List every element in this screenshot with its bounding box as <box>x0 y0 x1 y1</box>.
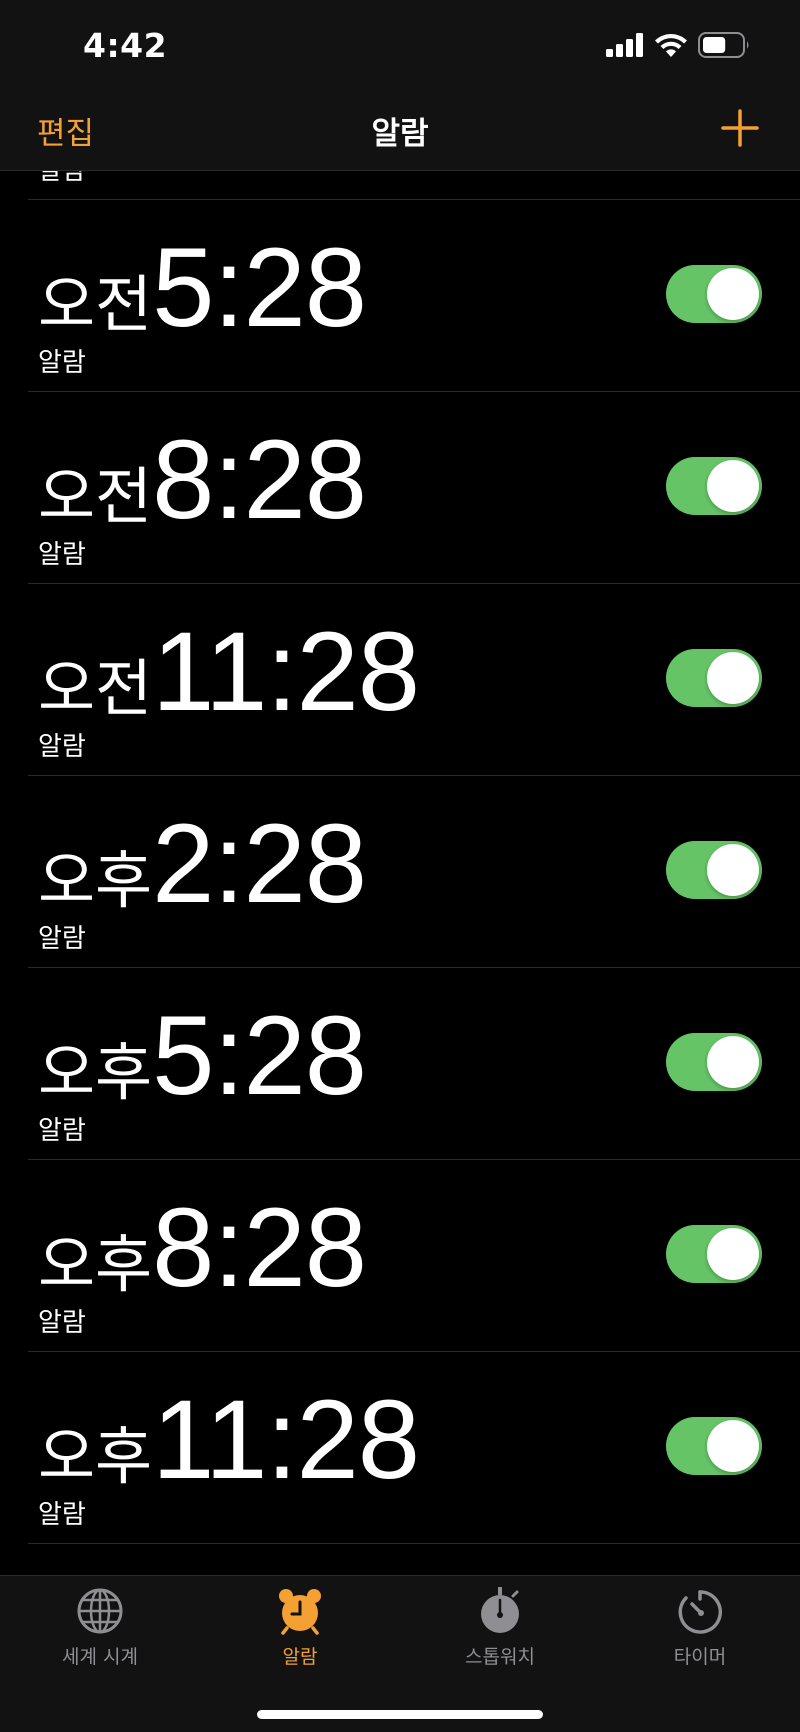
alarm-toggle[interactable] <box>666 1225 762 1283</box>
alarm-toggle[interactable] <box>666 457 762 515</box>
alarm-row[interactable]: 오후11:28 알람 <box>28 1352 800 1544</box>
alarm-clock-time: 2:28 <box>152 801 367 926</box>
status-icons <box>606 30 750 60</box>
alarm-label: 알람 <box>38 732 86 762</box>
add-alarm-button[interactable] <box>720 108 760 148</box>
alarm-row[interactable]: 오후5:28 알람 <box>28 968 800 1160</box>
timer-icon <box>678 1590 722 1634</box>
tab-label: 타이머 <box>673 1646 727 1668</box>
alarm-toggle[interactable] <box>666 1033 762 1091</box>
alarm-label: 알람 <box>38 348 86 378</box>
globe-icon <box>77 1588 123 1634</box>
alarm-time: 오후5:28 <box>38 1000 367 1112</box>
status-time: 4:42 <box>83 26 168 65</box>
tab-label: 세계 시계 <box>62 1646 138 1668</box>
tab-label: 스톱워치 <box>465 1646 535 1668</box>
navigation-bar: 편집 알람 <box>0 90 800 171</box>
alarm-clock-time: 5:28 <box>152 225 367 350</box>
alarm-toggle[interactable] <box>666 841 762 899</box>
tab-alarm[interactable]: 알람 <box>200 1586 400 1669</box>
alarm-time: 오전8:28 <box>38 424 367 536</box>
alarm-label: 알람 <box>38 924 86 954</box>
alarm-time: 오전11:28 <box>38 616 420 728</box>
tab-stopwatch[interactable]: 스톱워치 <box>400 1586 600 1669</box>
alarm-row[interactable]: 오전8:28 알람 <box>28 392 800 584</box>
tab-label: 알람 <box>282 1646 318 1668</box>
alarm-row[interactable]: 오전2:28알람 <box>28 171 800 200</box>
alarm-clock-time: 8:28 <box>152 417 367 542</box>
home-indicator[interactable] <box>257 1710 543 1719</box>
alarm-clock-time: 5:28 <box>152 993 367 1118</box>
alarm-toggle[interactable] <box>666 265 762 323</box>
alarm-time: 오후11:28 <box>38 1384 420 1496</box>
tab-world-clock[interactable]: 세계 시계 <box>0 1586 200 1669</box>
tab-bar: 세계 시계 알람 스톱워치 타이머 <box>0 1575 800 1732</box>
alarm-ampm: 오전 <box>38 268 153 341</box>
stopwatch-icon <box>481 1587 519 1633</box>
alarm-label: 알람 <box>38 540 86 570</box>
alarm-time: 오후2:28 <box>38 808 367 920</box>
alarm-ampm: 오전 <box>38 652 153 725</box>
alarm-label: 알람 <box>38 1116 86 1146</box>
toggle-knob <box>707 268 759 320</box>
alarm-clock-time: 11:28 <box>152 609 420 734</box>
alarm-row[interactable]: 오후8:28 알람 <box>28 1160 800 1352</box>
alarm-ampm: 오후 <box>38 1228 153 1301</box>
alarm-row[interactable]: 오전11:28 알람 <box>28 584 800 776</box>
alarm-ampm: 오후 <box>38 1420 153 1493</box>
toggle-knob <box>707 1228 759 1280</box>
toggle-knob <box>707 1036 759 1088</box>
alarm-toggle[interactable] <box>666 1417 762 1475</box>
alarm-row[interactable]: 오전5:28 알람 <box>28 200 800 392</box>
alarm-label: 알람 <box>38 1308 86 1338</box>
status-bar: 4:42 <box>0 0 800 90</box>
alarm-rows: 오전2:28알람오전5:28알람오전8:28알람오전11:28알람오후2:28알… <box>0 171 800 1544</box>
cellular-signal-icon <box>606 33 643 57</box>
alarm-clock-icon <box>279 1589 321 1635</box>
alarm-ampm: 오후 <box>38 1036 153 1109</box>
alarm-list[interactable]: 오전2:28알람오전5:28알람오전8:28알람오전11:28알람오후2:28알… <box>0 171 800 1575</box>
alarm-time: 오전5:28 <box>38 232 367 344</box>
toggle-knob <box>707 1420 759 1472</box>
toggle-knob <box>707 460 759 512</box>
wifi-icon <box>655 34 687 57</box>
alarm-label: 알람 <box>38 171 86 186</box>
battery-icon <box>698 32 749 58</box>
alarm-toggle[interactable] <box>666 649 762 707</box>
alarm-label: 알람 <box>38 1500 86 1530</box>
alarm-ampm: 오전 <box>38 460 153 533</box>
alarm-ampm: 오후 <box>38 844 153 917</box>
page-title: 알람 <box>371 116 429 152</box>
alarm-time: 오후8:28 <box>38 1192 367 1304</box>
alarm-clock-time: 8:28 <box>152 1185 367 1310</box>
toggle-knob <box>707 844 759 896</box>
toggle-knob <box>707 652 759 704</box>
tab-timer[interactable]: 타이머 <box>600 1586 800 1669</box>
alarm-clock-time: 11:28 <box>152 1377 420 1502</box>
alarm-row[interactable]: 오후2:28 알람 <box>28 776 800 968</box>
